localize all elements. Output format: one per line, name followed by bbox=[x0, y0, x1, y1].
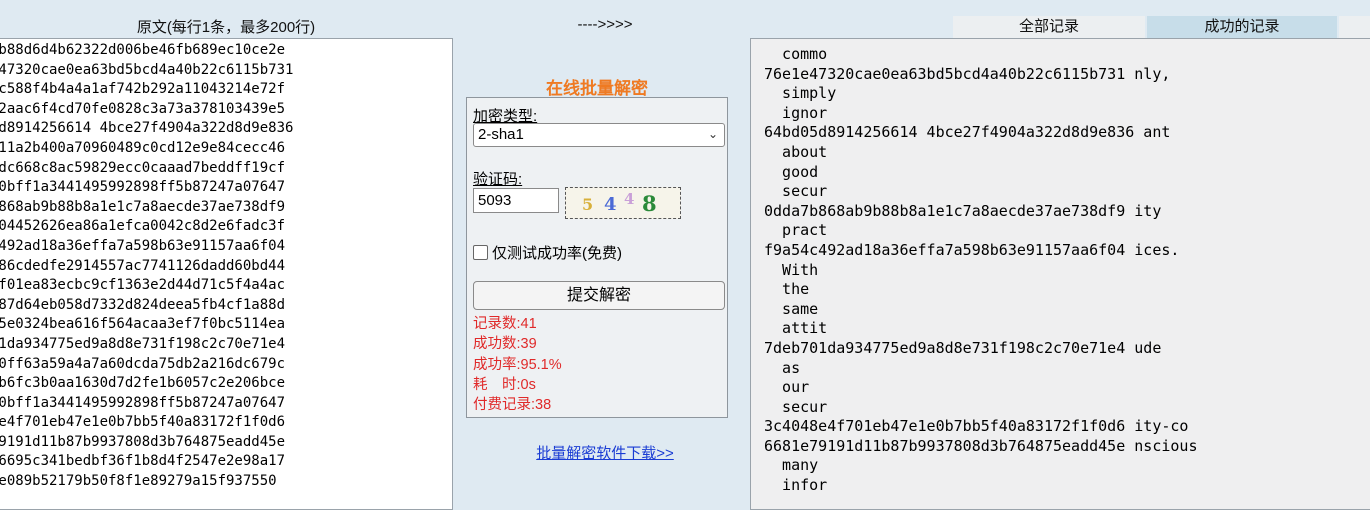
chevron-down-icon: ⌄ bbox=[707, 127, 718, 141]
result-line: With bbox=[764, 260, 819, 279]
source-line: f86cdedfe2914557ac7741126dadd60bd44 bbox=[0, 257, 286, 274]
source-line: c492ad18a36effa7a598b63e91157aa6f04 bbox=[0, 237, 286, 254]
source-line: a5e0324bea616f564acaa3ef7f0bc5114ea bbox=[0, 316, 286, 333]
result-line: our bbox=[764, 378, 810, 397]
captcha-char: 4 bbox=[604, 194, 617, 215]
success-count: 成功数:39 bbox=[473, 336, 537, 353]
source-line: 987d64eb058d7332d824deea5fb4cf1a88d bbox=[0, 296, 286, 313]
source-line: 3dc668c8ac59829ecc0caaad7beddff19cf bbox=[0, 159, 286, 176]
result-line: the bbox=[764, 280, 810, 299]
result-line: same bbox=[764, 299, 819, 318]
source-line: 811a2b400a70960489c0cd12e9e84cecc46 bbox=[0, 139, 286, 156]
captcha-image[interactable]: 5 4 4 8 bbox=[565, 187, 681, 219]
paid-records: 付费记录:38 bbox=[473, 397, 552, 414]
source-line: 8e4f701eb47e1e0b7bb5f40a83172f1f0d6 bbox=[0, 414, 286, 431]
source-line: e04452626ea86a1efca0042c8d2e6fadc3f bbox=[0, 218, 286, 235]
encryption-type-value: 2-sha1 bbox=[478, 126, 524, 143]
source-line: 01da934775ed9a8d8e731f198c2c70e71e4 bbox=[0, 335, 286, 352]
captcha-char: 8 bbox=[642, 191, 657, 216]
result-line: infor bbox=[764, 476, 828, 495]
source-line: 7b88d6d4b62322d006be46fb689ec10ce2e bbox=[0, 42, 286, 58]
result-line: as bbox=[764, 358, 801, 377]
record-count: 记录数:41 bbox=[473, 316, 537, 332]
result-line: pract bbox=[764, 221, 828, 240]
captcha-char: 4 bbox=[624, 190, 635, 208]
tab-all-records[interactable]: 全部记录 bbox=[953, 16, 1145, 38]
result-line: f9a54c492ad18a36effa7a598b63e91157aa6f04… bbox=[764, 240, 1180, 259]
result-line: commo bbox=[764, 45, 828, 63]
source-line: c0ff63a59a4a7a60dcda75db2a216dc679c bbox=[0, 355, 286, 372]
panel-title: 在线批量解密 bbox=[546, 79, 648, 98]
result-line: secur bbox=[764, 182, 828, 201]
tab-success-records[interactable]: 成功的记录 bbox=[1147, 16, 1337, 38]
decrypt-panel: 加密类型: 2-sha1 ⌄ 验证码: 5093 5 4 4 8 仅测试成功率(… bbox=[466, 97, 728, 418]
test-only-label: 仅测试成功率(免费) bbox=[492, 245, 622, 262]
result-line: 0dda7b868ab9b88b8a1e1c7a8aecde37ae738df9… bbox=[764, 201, 1162, 220]
captcha-input[interactable]: 5093 bbox=[473, 188, 559, 213]
captcha-label: 验证码: bbox=[473, 171, 523, 188]
submit-decrypt-button[interactable]: 提交解密 bbox=[473, 281, 725, 310]
source-line: 6c588f4b4a4a1af742b292a11043214e72f bbox=[0, 81, 286, 98]
result-lines: commo 76e1e47320cae0ea63bd5bcd4a40b22c611… bbox=[764, 45, 1197, 496]
result-line: 3c4048e4f701eb47e1e0b7bb5f40a83172f1f0d6… bbox=[764, 417, 1189, 436]
source-line: 30bff1a3441495992898ff5b87247a07647 bbox=[0, 179, 286, 196]
result-line: ignor bbox=[764, 103, 828, 122]
result-line: 7deb701da934775ed9a8d8e731f198c2c70e71e4… bbox=[764, 338, 1162, 357]
results-panel[interactable]: commo 76e1e47320cae0ea63bd5bcd4a40b22c611… bbox=[750, 38, 1370, 510]
result-line: good bbox=[764, 162, 819, 181]
source-line: ab6fc3b0aa1630d7d2fe1b6057c2e206bce bbox=[0, 375, 286, 392]
source-line: 1e089b52179b50f8f1e89279a15f937550 bbox=[0, 473, 277, 490]
stats-block: 记录数:41 成功数:39 成功率:95.1% 耗 时:0s 付费记录:38 bbox=[473, 314, 562, 415]
source-line: e47320cae0ea63bd5bcd4a40b22c6115b731 bbox=[0, 61, 294, 78]
source-line: 5d8914256614 4bce27f4904a322d8d9e836 bbox=[0, 120, 294, 137]
source-textarea[interactable]: 7b88d6d4b62322d006be46fb689ec10ce2e e4732… bbox=[0, 38, 453, 510]
test-only-checkbox[interactable] bbox=[473, 245, 488, 260]
encryption-type-select[interactable]: 2-sha1 ⌄ bbox=[473, 123, 725, 147]
result-line: many bbox=[764, 456, 819, 475]
result-line: secur bbox=[764, 397, 828, 416]
result-line: 64bd05d8914256614 4bce27f4904a322d8d9e83… bbox=[764, 123, 1171, 142]
source-line: b868ab9b88b8a1e1c7a8aecde37ae738df9 bbox=[0, 198, 286, 215]
captcha-char: 5 bbox=[582, 195, 594, 214]
source-line: 30bff1a3441495992898ff5b87247a07647 bbox=[0, 394, 286, 411]
source-line: 66695c341bedbf36f1b8d4f2547e2e98a17 bbox=[0, 453, 286, 470]
result-line: attit bbox=[764, 319, 828, 338]
test-only-option[interactable]: 仅测试成功率(免费) bbox=[473, 242, 622, 263]
result-line: simply bbox=[764, 84, 837, 103]
result-line: 6681e79191d11b87b9937808d3b764875eadd45e… bbox=[764, 436, 1198, 455]
arrow-indicator: ---->>>> bbox=[577, 16, 633, 33]
source-line: 79191d11b87b9937808d3b764875eadd45e bbox=[0, 433, 286, 450]
success-rate: 成功率:95.1% bbox=[473, 356, 562, 373]
software-download-link[interactable]: 批量解密软件下载>> bbox=[466, 442, 744, 463]
elapsed-time: 耗 时:0s bbox=[473, 376, 536, 393]
result-line: about bbox=[764, 142, 828, 161]
source-line: ff01ea83ecbc9cf1363e2d44d71c5f4a4ac bbox=[0, 277, 286, 294]
result-line: 76e1e47320cae0ea63bd5bcd4a40b22c6115b731… bbox=[764, 64, 1171, 83]
source-line: 52aac6f4cd70fe0828c3a73a378103439e5 bbox=[0, 100, 286, 117]
source-lines: 7b88d6d4b62322d006be46fb689ec10ce2e e4732… bbox=[0, 41, 293, 492]
source-title: 原文(每行1条，最多200行) bbox=[136, 19, 316, 36]
tab-edge[interactable] bbox=[1339, 16, 1370, 38]
